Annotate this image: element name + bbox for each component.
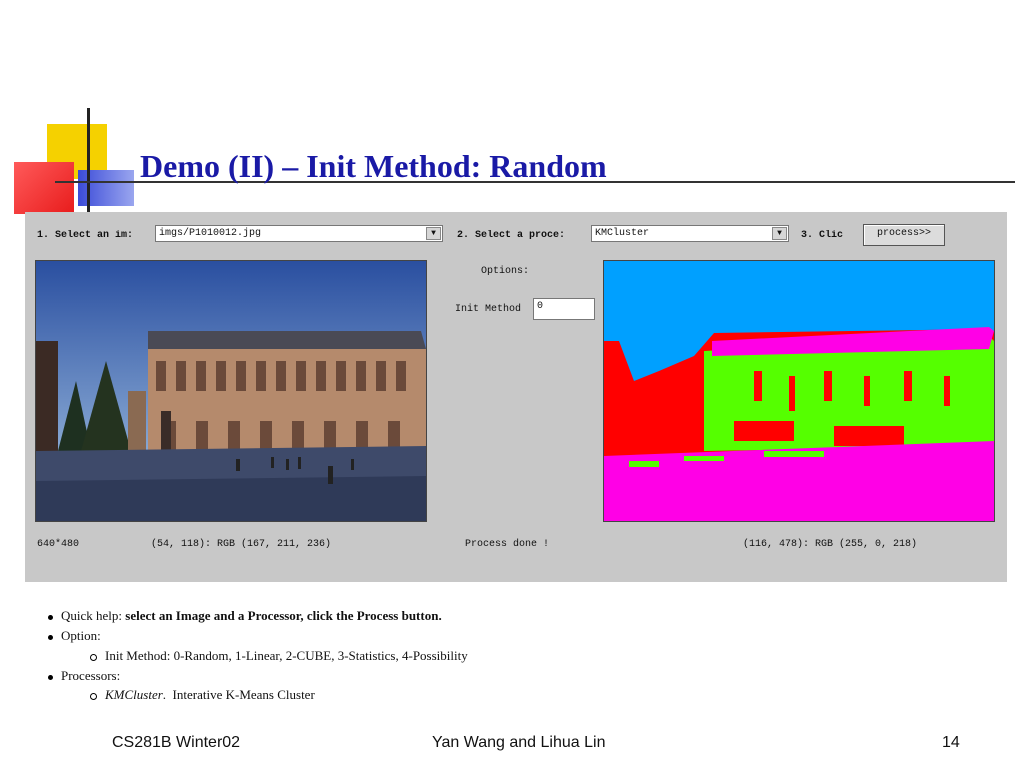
init-method-item: Init Method: 0-Random, 1-Linear, 2-CUBE,… [90, 648, 468, 664]
processor-name: KMCluster [105, 687, 163, 702]
processor-desc: Interative K-Means Cluster [172, 687, 315, 702]
quick-help-item: Quick help: select an Image and a Proces… [48, 608, 442, 624]
step3-label: 3. Clic [801, 230, 844, 241]
bullet-icon [48, 674, 53, 680]
image-size: 640*480 [37, 539, 80, 550]
sub-bullet-icon [90, 653, 97, 661]
quick-help-prefix: Quick help: [61, 608, 126, 623]
options-label: Options: [481, 266, 530, 277]
title-decoration-vertical-line [87, 108, 90, 212]
source-image [35, 260, 427, 522]
processor-select[interactable]: KMCluster ▼ [591, 225, 789, 242]
applet-panel: 1. Select an im: imgs/P1010012.jpg ▼ 2. … [25, 212, 1007, 582]
quick-help-text: select an Image and a Processor, click t… [125, 608, 442, 623]
image-select[interactable]: imgs/P1010012.jpg ▼ [155, 225, 443, 242]
option-label: Option: [61, 628, 101, 643]
slide-title: Demo (II) – Init Method: Random [140, 148, 607, 184]
status-text: Process done ! [465, 539, 550, 550]
sub-bullet-icon [90, 692, 97, 700]
bullet-icon [48, 634, 53, 640]
footer-page-number: 14 [942, 734, 960, 751]
result-image [603, 260, 995, 522]
init-method-desc: Init Method: 0-Random, 1-Linear, 2-CUBE,… [105, 648, 468, 663]
processors-item: Processors: [48, 668, 120, 684]
step1-label: 1. Select an im: [37, 230, 134, 241]
processor-kmcluster-item: KMCluster. Interative K-Means Cluster [90, 687, 315, 703]
step2-label: 2. Select a proce: [457, 230, 566, 241]
chevron-down-icon[interactable]: ▼ [426, 227, 441, 240]
bullet-icon [48, 614, 53, 620]
source-pixel-info: (54, 118): RGB (167, 211, 236) [151, 539, 332, 550]
result-pixel-info: (116, 478): RGB (255, 0, 218) [743, 539, 918, 550]
process-button[interactable]: process>> [863, 224, 945, 246]
image-select-value: imgs/P1010012.jpg [159, 228, 262, 239]
processors-label: Processors: [61, 668, 121, 683]
chevron-down-icon[interactable]: ▼ [772, 227, 787, 240]
title-decoration-red [14, 162, 74, 214]
init-method-input[interactable]: 0 [533, 298, 595, 320]
processor-select-value: KMCluster [595, 228, 650, 239]
option-item: Option: [48, 628, 101, 644]
footer-course: CS281B Winter02 [112, 734, 241, 751]
init-method-label: Init Method [455, 304, 522, 315]
footer-authors: Yan Wang and Lihua Lin [432, 734, 606, 751]
